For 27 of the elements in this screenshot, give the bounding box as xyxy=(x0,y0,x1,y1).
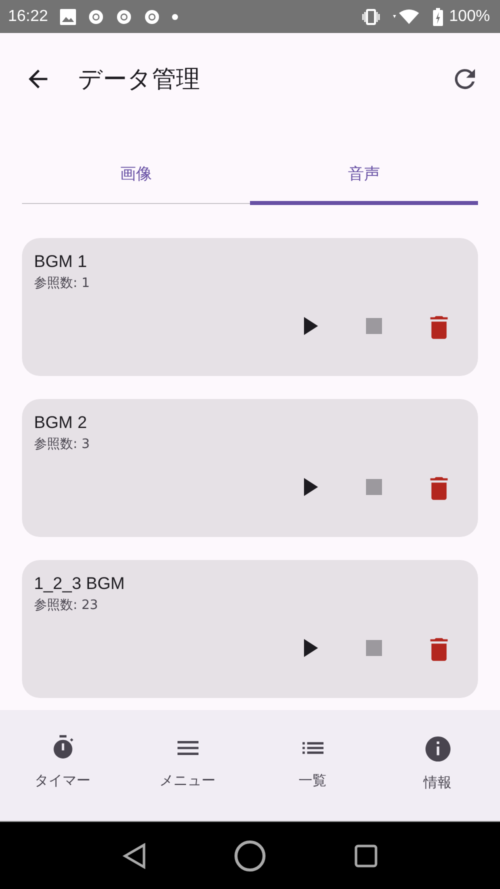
browser-icon xyxy=(88,8,104,24)
tab[interactable]: 画像 xyxy=(22,147,250,205)
battery-level: 100% xyxy=(449,8,490,26)
nav-item[interactable]: タイマー xyxy=(0,734,125,790)
nav-item[interactable]: メニュー xyxy=(125,734,250,790)
home-button[interactable] xyxy=(234,840,266,872)
recents-button[interactable] xyxy=(354,844,378,868)
reference-count: 参照数: 3 xyxy=(34,437,90,452)
page-title: データ管理 xyxy=(78,64,201,95)
info-icon xyxy=(422,734,452,764)
nav-item[interactable]: 一覧 xyxy=(250,734,375,790)
track-name: 1_2_3 BGM xyxy=(34,574,125,593)
tab[interactable]: 音声 xyxy=(250,147,478,205)
clock: 16:22 xyxy=(8,8,48,26)
battery-icon xyxy=(433,8,444,26)
wifi-icon xyxy=(393,8,422,24)
browser-icon xyxy=(116,8,132,24)
back-button[interactable] xyxy=(122,842,146,868)
track-name: BGM 2 xyxy=(34,413,87,432)
reference-count: 参照数: 23 xyxy=(34,598,98,613)
reference-count: 参照数: 1 xyxy=(34,276,90,291)
dot-icon xyxy=(172,14,178,20)
vibrate-icon xyxy=(361,8,382,24)
image-icon xyxy=(60,8,76,24)
browser-icon xyxy=(144,8,160,24)
track-name: BGM 1 xyxy=(34,252,87,271)
nav-item[interactable]: 情報 xyxy=(375,734,500,792)
